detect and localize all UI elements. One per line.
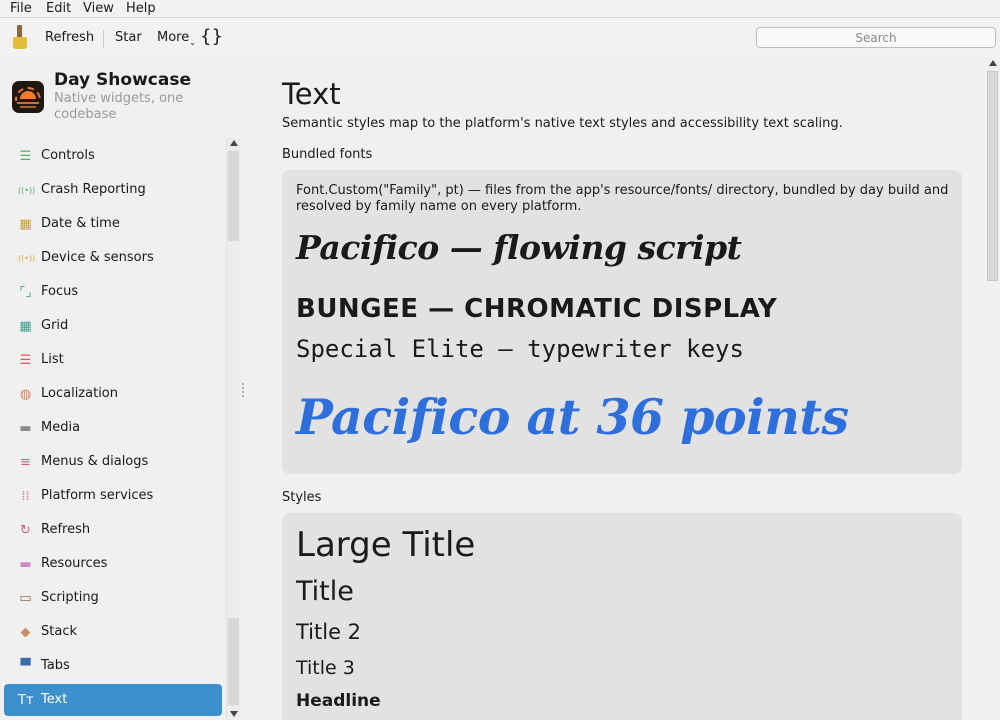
sidebar-item-label: Platform services xyxy=(41,488,154,503)
sidebar-item-stack[interactable]: ◆ Stack xyxy=(4,616,222,648)
tabs-icon: ▀ xyxy=(20,659,31,674)
sidebar-item-date-time[interactable]: ▦ Date & time xyxy=(4,208,222,240)
sidebar-item-label: Controls xyxy=(41,148,95,163)
sliders-icon: ☰ xyxy=(19,149,32,164)
sidebar-nav: ☰ Controls ((•)) Crash Reporting ▦ Date & tim… xyxy=(0,138,226,720)
sidebar-item-localization[interactable]: ◍ Localization xyxy=(4,378,222,410)
search-input[interactable] xyxy=(756,27,996,48)
sidebar-item-platform-services[interactable]: ⁞⁞ Platform services xyxy=(4,480,222,512)
sidebar-item-refresh[interactable]: ↻ Refresh xyxy=(4,514,222,546)
app-logo-icon xyxy=(12,81,44,113)
bundled-fonts-description: Font.Custom("Family", pt) — files from t… xyxy=(296,183,949,214)
menu-view[interactable]: View xyxy=(83,0,114,17)
sidebar-item-controls[interactable]: ☰ Controls xyxy=(4,140,222,172)
refresh-icon: ↻ xyxy=(20,523,31,538)
sidebar-item-label: Refresh xyxy=(41,522,91,537)
content-scrollbar[interactable] xyxy=(985,57,1000,720)
more-label: More xyxy=(157,30,190,45)
special-elite-sample: Special Elite — typewriter keys xyxy=(296,335,744,363)
toolbar: Refresh Star More⌄ {} xyxy=(0,19,1000,57)
dots-grid-icon: ⁞⁞ xyxy=(21,489,30,504)
sidebar-item-label: Resources xyxy=(41,556,108,571)
broadcast-icon: ((•)) xyxy=(18,186,36,195)
menu-bar: File Edit View Help xyxy=(0,0,1000,18)
style-title-3: Title 3 xyxy=(296,657,355,679)
bundled-fonts-heading: Bundled fonts xyxy=(282,147,373,162)
scrollbar-thumb[interactable] xyxy=(228,151,239,241)
menu-icon: ≡ xyxy=(20,455,31,470)
styles-card: Large Title Title Title 2 Title 3 Headli… xyxy=(282,513,962,720)
globe-icon: ◍ xyxy=(19,387,32,402)
style-headline: Headline xyxy=(296,691,381,711)
menu-file[interactable]: File xyxy=(10,0,32,17)
scrollbar-track-segment xyxy=(228,618,239,705)
style-title-2: Title 2 xyxy=(296,620,362,644)
menu-edit[interactable]: Edit xyxy=(46,0,71,17)
sidebar-item-label: Tabs xyxy=(41,658,70,673)
scroll-up-arrow-icon[interactable] xyxy=(230,140,238,146)
sensor-icon: ((•)) xyxy=(18,254,36,263)
sidebar-scrollbar[interactable] xyxy=(226,138,240,720)
layers-icon: ◆ xyxy=(20,625,31,640)
star-button[interactable]: Star xyxy=(115,30,142,46)
sidebar: Day Showcase Native widgets, one codebas… xyxy=(0,57,242,720)
sidebar-item-grid[interactable]: ▦ Grid xyxy=(4,310,222,342)
sidebar-item-label: Crash Reporting xyxy=(41,182,146,197)
menu-help[interactable]: Help xyxy=(126,0,156,17)
pacifico-sample: Pacifico — flowing script xyxy=(296,228,742,267)
page-title: Text xyxy=(282,77,341,111)
pacifico-36-sample: Pacifico at 36 points xyxy=(296,388,849,446)
sidebar-item-list[interactable]: ☰ List xyxy=(4,344,222,376)
braces-button[interactable]: {} xyxy=(200,27,223,47)
refresh-button[interactable]: Refresh xyxy=(45,30,94,46)
sidebar-item-label: Focus xyxy=(41,284,79,299)
sidebar-item-label: Media xyxy=(41,420,81,435)
text-size-icon: Tт xyxy=(18,693,34,708)
sidebar-item-text[interactable]: Tт Text xyxy=(4,684,222,716)
sidebar-item-label: Date & time xyxy=(41,216,120,231)
broom-icon[interactable] xyxy=(11,25,29,51)
sidebar-item-label: Stack xyxy=(41,624,77,639)
scrollbar-thumb[interactable] xyxy=(987,71,998,281)
list-icon: ☰ xyxy=(19,353,32,368)
style-large-title: Large Title xyxy=(296,525,476,565)
sidebar-item-label: Text xyxy=(41,692,68,707)
sidebar-item-device-sensors[interactable]: ((•)) Device & sensors xyxy=(4,242,222,274)
grid-icon: ▦ xyxy=(19,319,32,334)
sidebar-item-media[interactable]: ▬ Media xyxy=(4,412,222,444)
sidebar-item-label: Localization xyxy=(41,386,118,401)
calendar-icon: ▦ xyxy=(19,217,32,232)
page-description: Semantic styles map to the platform's na… xyxy=(282,116,843,131)
sidebar-item-focus[interactable]: ⌜⌟ Focus xyxy=(4,276,222,308)
scroll-down-arrow-icon[interactable] xyxy=(230,711,238,717)
folder-icon: ▬ xyxy=(19,557,32,572)
scroll-up-arrow-icon[interactable] xyxy=(989,60,997,66)
terminal-icon: ▭ xyxy=(19,591,32,606)
app-subtitle: Native widgets, one codebase xyxy=(54,91,184,122)
styles-heading: Styles xyxy=(282,490,322,505)
sidebar-item-tabs[interactable]: ▀ Tabs xyxy=(4,650,222,682)
chevron-down-icon: ⌄ xyxy=(189,38,196,47)
sidebar-item-label: List xyxy=(41,352,64,367)
toolbar-separator xyxy=(103,30,104,48)
more-button[interactable]: More⌄ xyxy=(157,30,196,47)
main-content: Text Semantic styles map to the platform… xyxy=(244,57,985,720)
sidebar-item-label: Grid xyxy=(41,318,69,333)
bundled-fonts-card: Font.Custom("Family", pt) — files from t… xyxy=(282,170,962,474)
style-title: Title xyxy=(296,576,354,607)
focus-icon: ⌜⌟ xyxy=(19,285,32,300)
sidebar-item-label: Device & sensors xyxy=(41,250,154,265)
sidebar-item-label: Scripting xyxy=(41,590,99,605)
sidebar-item-resources[interactable]: ▬ Resources xyxy=(4,548,222,580)
app-title: Day Showcase xyxy=(54,70,191,90)
bungee-sample: BUNGEE — CHROMATIC DISPLAY xyxy=(296,294,778,324)
sidebar-item-crash-reporting[interactable]: ((•)) Crash Reporting xyxy=(4,174,222,206)
sidebar-item-label: Menus & dialogs xyxy=(41,454,149,469)
film-icon: ▬ xyxy=(19,421,32,436)
sidebar-item-scripting[interactable]: ▭ Scripting xyxy=(4,582,222,614)
sidebar-item-menus-dialogs[interactable]: ≡ Menus & dialogs xyxy=(4,446,222,478)
